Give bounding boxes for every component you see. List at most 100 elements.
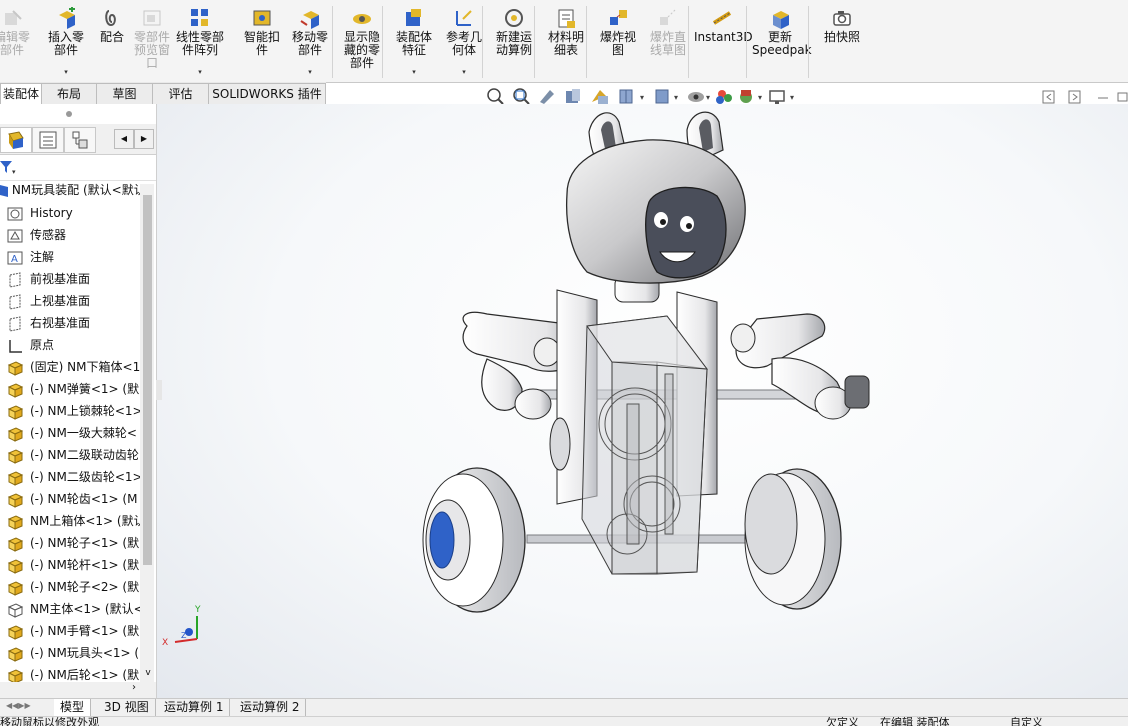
svg-text:▾: ▾: [790, 93, 794, 102]
restore-icon[interactable]: [1117, 92, 1128, 102]
tab-property-manager[interactable]: [32, 127, 64, 153]
apply-scene-icon[interactable]: [740, 90, 752, 103]
tab-configuration-manager[interactable]: [64, 127, 96, 153]
tree-item[interactable]: (-) NM后轮<1> (默: [6, 664, 139, 682]
tree-item[interactable]: 右视基准面: [6, 312, 90, 334]
ribbon-separator: [534, 6, 535, 78]
dropdown-arrow-icon[interactable]: ▾: [282, 68, 338, 76]
ribbon-button-camera[interactable]: 拍快照: [814, 4, 870, 78]
graphics-area[interactable]: Y X Z: [157, 104, 1128, 698]
tree-item-label: (-) NM轮齿<1> (M: [30, 492, 138, 506]
edit-appearance-icon[interactable]: [716, 90, 732, 104]
tab-solidworks-addins[interactable]: SOLIDWORKS 插件: [208, 83, 326, 104]
scroll-right-icon[interactable]: ▶: [134, 129, 154, 149]
plane-icon: [9, 293, 21, 310]
viewport-prev-icon[interactable]: [1042, 90, 1055, 104]
dropdown-arrow-icon[interactable]: ▾: [386, 68, 442, 76]
ribbon-button-linear-pattern[interactable]: 线性零部 件阵列 ▾: [172, 4, 228, 78]
view-orientation-icon[interactable]: [619, 89, 633, 104]
splitter-handle[interactable]: [156, 380, 162, 400]
hide-show-items-icon[interactable]: [688, 92, 704, 102]
previous-view-icon[interactable]: [540, 90, 554, 104]
tab-nav-icons[interactable]: ◀◀▶▶: [6, 701, 31, 710]
tree-item-label: 注解: [30, 250, 55, 264]
tree-root[interactable]: NM玩具装配 (默认<默认: [0, 180, 140, 200]
tab-assembly[interactable]: 装配体: [0, 83, 42, 104]
tree-item[interactable]: (-) NM二级联动齿轮: [6, 444, 139, 466]
tree-item[interactable]: NM主体<1> (默认<: [6, 598, 140, 620]
scroll-left-icon[interactable]: ◀: [114, 129, 134, 149]
coordinate-triad: Y X Z: [162, 605, 201, 648]
tab-motion-study-2[interactable]: 运动算例 2: [234, 699, 307, 716]
tree-item[interactable]: (-) NM弹簧<1> (默: [6, 378, 139, 400]
tree-item[interactable]: History: [6, 202, 73, 224]
tree-item[interactable]: A 注解: [6, 246, 54, 268]
tree-item-label: (-) NM一级大棘轮<: [30, 426, 137, 440]
tree-item[interactable]: NM上箱体<1> (默认: [6, 510, 140, 532]
tree-item[interactable]: (-) NM玩具头<1> (: [6, 642, 139, 664]
tree-item-label: 传感器: [30, 228, 67, 242]
dropdown-arrow-icon[interactable]: ▾: [436, 68, 492, 76]
ribbon-button-assembly-feature[interactable]: 装配体 特征 ▾: [386, 4, 442, 78]
tab-motion-study-1[interactable]: 运动算例 1: [158, 699, 231, 716]
tree-item[interactable]: (-) NM轮子<2> (默: [6, 576, 139, 598]
tree-item[interactable]: (-) NM上锁棘轮<1>: [6, 400, 140, 422]
scroll-down-arrow[interactable]: v: [142, 668, 154, 680]
tree-item[interactable]: 传感器: [6, 224, 66, 246]
tree-item-label: (-) NM上锁棘轮<1>: [30, 404, 140, 418]
tree-item[interactable]: (固定) NM下箱体<1: [6, 356, 140, 378]
part-icon: [7, 558, 24, 574]
tab-layout[interactable]: 布局: [41, 83, 97, 104]
display-style-icon[interactable]: [655, 89, 669, 104]
ribbon-button-label: Instant3D: [694, 30, 753, 44]
ribbon-button-reference-geometry[interactable]: 参考几 何体 ▾: [436, 4, 492, 78]
tab-sketch[interactable]: 草图: [96, 83, 153, 104]
tree-item[interactable]: 前视基准面: [6, 268, 90, 290]
history-icon: [7, 207, 23, 220]
tree-horizontal-scrollbar[interactable]: ›: [0, 682, 156, 698]
hscroll-right-icon[interactable]: ›: [132, 682, 136, 693]
feature-tree-icon: [8, 131, 24, 149]
part-icon: [7, 426, 24, 442]
view-settings-icon[interactable]: [769, 90, 785, 104]
ribbon-button-speedpak[interactable]: 更新 Speedpak: [752, 4, 812, 78]
viewport-next-icon[interactable]: [1068, 90, 1081, 104]
tab-3d-view[interactable]: 3D 视图: [98, 699, 156, 716]
ribbon-button-edit-component[interactable]: 编辑零 部件: [0, 4, 40, 78]
ribbon-separator: [746, 6, 747, 78]
tree-scroll-thumb[interactable]: [143, 195, 152, 565]
tree-item-label: 上视基准面: [30, 294, 91, 308]
ribbon-button-label: 参考几 何体: [445, 30, 482, 57]
dynamic-annotation-icon[interactable]: [592, 90, 608, 104]
tree-item-label: (-) NM后轮<1> (默: [30, 668, 140, 682]
assembly-root-icon: [0, 184, 8, 197]
ribbon-button-label: 拍快照: [823, 30, 860, 44]
filter-icon[interactable]: ▾: [0, 158, 20, 178]
tree-item[interactable]: (-) NM一级大棘轮<: [6, 422, 137, 444]
ribbon-button-instant3d[interactable]: Instant3D: [694, 4, 753, 78]
robot-assembly-model[interactable]: Y X Z: [157, 104, 1128, 698]
tree-item[interactable]: (-) NM轮杆<1> (默: [6, 554, 139, 576]
ribbon-button-exploded-view[interactable]: 爆炸视 图: [590, 4, 646, 78]
tree-item[interactable]: (-) NM轮齿<1> (M: [6, 488, 137, 510]
annotation-icon: A: [7, 251, 23, 265]
tree-item[interactable]: 上视基准面: [6, 290, 90, 312]
ribbon-separator: [586, 6, 587, 78]
zoom-to-area-icon[interactable]: [513, 88, 530, 105]
part-icon: [7, 668, 24, 682]
tab-model[interactable]: 模型: [54, 699, 92, 716]
dropdown-arrow-icon[interactable]: ▾: [172, 68, 228, 76]
tab-feature-manager[interactable]: [0, 127, 32, 153]
tab-evaluate[interactable]: 评估: [152, 83, 209, 104]
tree-item[interactable]: (-) NM二级齿轮<1>: [6, 466, 140, 488]
tree-item[interactable]: 原点: [6, 334, 54, 356]
tree-item[interactable]: (-) NM手臂<1> (默: [6, 620, 139, 642]
zoom-to-fit-icon[interactable]: [487, 88, 504, 105]
tree-item[interactable]: (-) NM轮子<1> (默: [6, 532, 139, 554]
ribbon-button-move-component[interactable]: 移动零 部件 ▾: [282, 4, 338, 78]
pane-collapse-handle[interactable]: [64, 108, 74, 118]
origin-icon: [9, 339, 22, 353]
svg-text:▾: ▾: [706, 93, 710, 102]
section-view-icon[interactable]: [566, 89, 580, 103]
property-list-icon: [39, 131, 57, 149]
